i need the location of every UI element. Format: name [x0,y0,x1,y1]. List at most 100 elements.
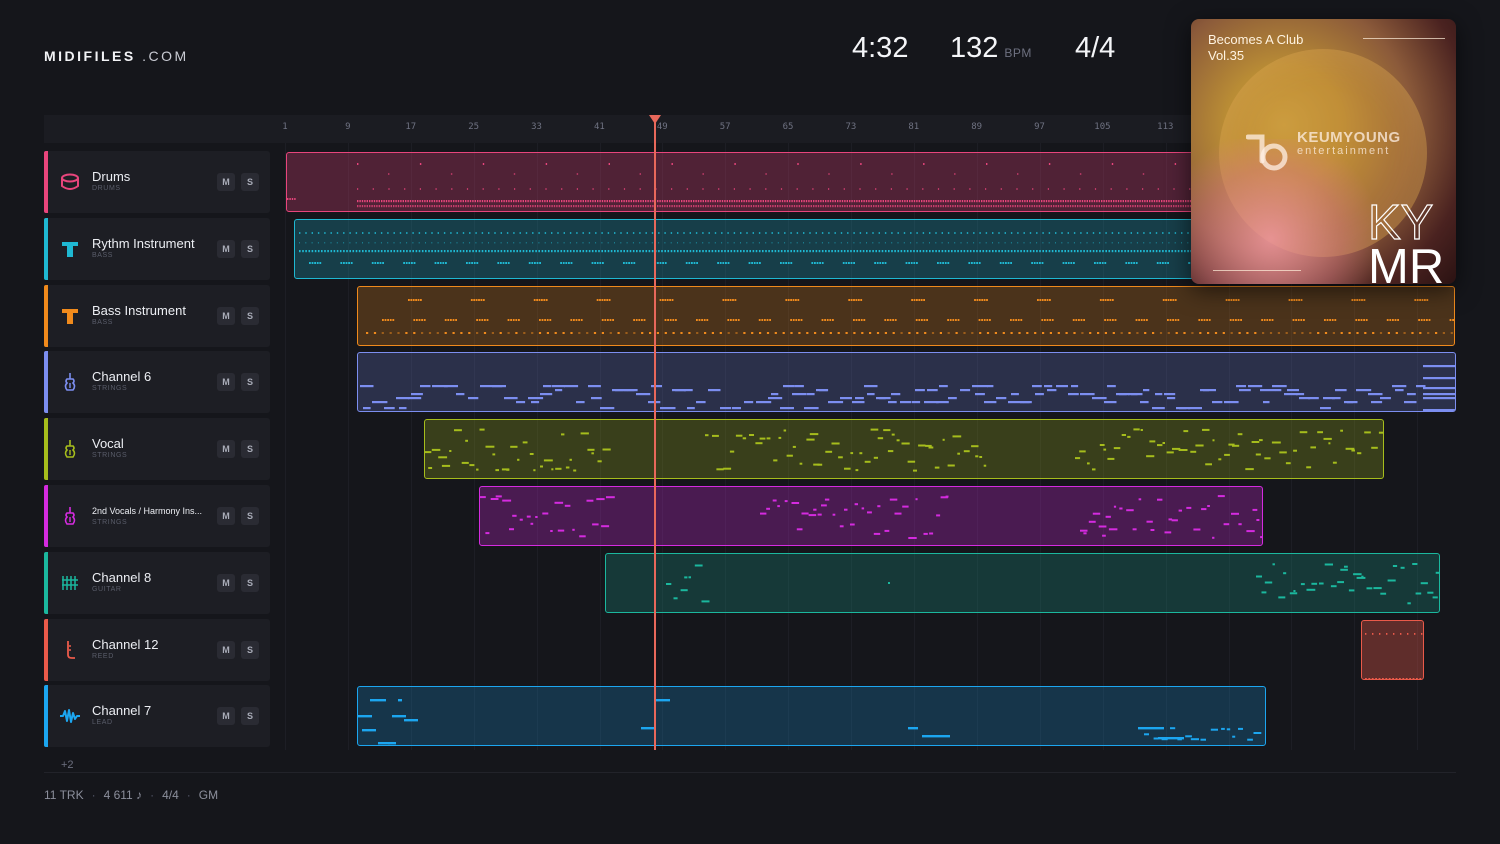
track-type: STRINGS [92,452,128,460]
midi-clip[interactable] [294,218,1256,279]
tempo-display: 132 BPM [950,32,1032,65]
track-color-bar [44,551,48,614]
track-name: Channel 7 [92,703,152,719]
clip-notes [299,231,1255,264]
footer-divider [44,772,1456,773]
drum-icon [59,171,81,193]
midi-standard: GM [198,788,219,802]
track-header[interactable]: Vocal STRINGS M S [44,418,270,481]
track-color-bar [44,351,48,414]
track-header[interactable]: Rythm Instrument BASS M S [44,217,270,280]
footer-stats: 11 TRK · 4 611 ♪ · 4/4 · GM [44,788,218,802]
track-header[interactable]: Bass Instrument BASS M S [44,284,270,347]
duration-display: 4:32 [852,32,908,65]
track-header[interactable]: Channel 12 REED M S [44,618,270,681]
track-color-bar [44,418,48,481]
track-type: DRUMS [92,185,121,192]
track-color-bar [44,618,48,681]
track-color-bar [44,151,48,213]
solo-button[interactable]: S [241,573,259,592]
midi-clip[interactable] [605,552,1440,613]
track-color-bar [44,685,48,748]
solo-button[interactable]: S [241,373,259,392]
track-header[interactable]: 2nd Vocals / Harmony Ins... STRINGS M S [44,485,270,547]
mute-button[interactable]: M [217,239,235,258]
ruler-tick: 89 [971,122,983,132]
clip-notes [358,699,1262,745]
solo-button[interactable]: S [241,239,259,258]
track-name: Rythm Instrument [92,235,195,251]
ruler-tick: 97 [1034,122,1045,132]
album-label: KEUMYOUNG entertainment [1297,129,1401,157]
mute-button[interactable]: M [217,306,235,325]
ruler-tick: 105 [1094,122,1111,132]
track-color-bar [44,284,48,347]
solo-button[interactable]: S [241,173,259,191]
ruler-tick: 65 [782,122,794,132]
mute-button[interactable]: M [217,707,235,726]
solo-button[interactable]: S [241,640,259,659]
separator: · [186,788,191,802]
track-name: Vocal [92,436,124,452]
midi-clip[interactable] [479,486,1263,546]
track-name: 2nd Vocals / Harmony Ins... [92,506,203,516]
midi-clip[interactable] [357,686,1266,747]
grid-line [285,143,286,750]
midi-clip[interactable] [357,352,1456,413]
solo-button[interactable]: S [241,440,259,459]
album-title-line2: Vol.35 [1208,48,1245,63]
midi-clip[interactable] [286,152,1256,212]
duration-value: 4:32 [852,32,909,64]
separator: · [91,788,96,802]
mute-button[interactable]: M [217,640,235,659]
track-header[interactable]: Channel 6 STRINGS M S [44,351,270,414]
ruler-tick: 41 [593,122,605,132]
label-subname: entertainment [1297,145,1391,157]
clip-notes [1365,632,1423,679]
ruler-tick: 33 [531,122,542,132]
clip-notes [366,298,1454,334]
track-name: Bass Instrument [92,302,186,318]
ruler-tick: 25 [468,122,480,132]
solo-button[interactable]: S [241,306,259,325]
solo-button[interactable]: S [241,507,259,525]
track-type: BASS [92,318,114,326]
ruler-tick: 1 [282,122,288,132]
track-type: GUITAR [92,585,122,593]
track-name: Channel 12 [92,636,159,652]
midi-clip[interactable] [424,419,1384,480]
violin-icon [59,371,81,393]
bass-icon [59,305,81,327]
mute-button[interactable]: M [217,373,235,392]
ruler-tick: 9 [345,122,351,132]
midi-clip[interactable] [1361,619,1424,680]
note-count: 4 611 ♪ [103,788,143,802]
album-rule [1213,270,1301,271]
time-signature-value: 4/4 [1075,32,1116,64]
track-color-bar [44,217,48,280]
mute-button[interactable]: M [217,507,235,525]
more-tracks-indicator[interactable]: +2 [61,759,74,771]
mute-button[interactable]: M [217,440,235,459]
clip-notes [425,428,1383,472]
ruler-tick: 73 [845,122,857,132]
violin-icon [59,438,81,460]
mute-button[interactable]: M [217,573,235,592]
logo-main: MIDIFILES [44,48,136,64]
site-logo[interactable]: MIDIFILES .COM [44,48,189,64]
track-header[interactable]: Channel 8 GUITAR M S [44,551,270,614]
midi-clip[interactable] [357,285,1455,346]
monogram-line2: MR [1368,240,1445,285]
album-title-line1: Becomes A Club [1208,32,1304,47]
track-header[interactable]: Channel 7 LEAD M S [44,685,270,748]
ruler-tick: 17 [405,122,417,132]
tempo-value: 132 [950,32,999,64]
mute-button[interactable]: M [217,173,235,191]
playhead[interactable] [649,115,661,750]
track-type: BASS [92,251,114,259]
label-logo-icon [1246,134,1288,171]
track-name: Channel 8 [92,569,152,585]
clip-notes [287,163,1255,208]
solo-button[interactable]: S [241,707,259,726]
track-header[interactable]: Drums DRUMS M S [44,151,270,213]
